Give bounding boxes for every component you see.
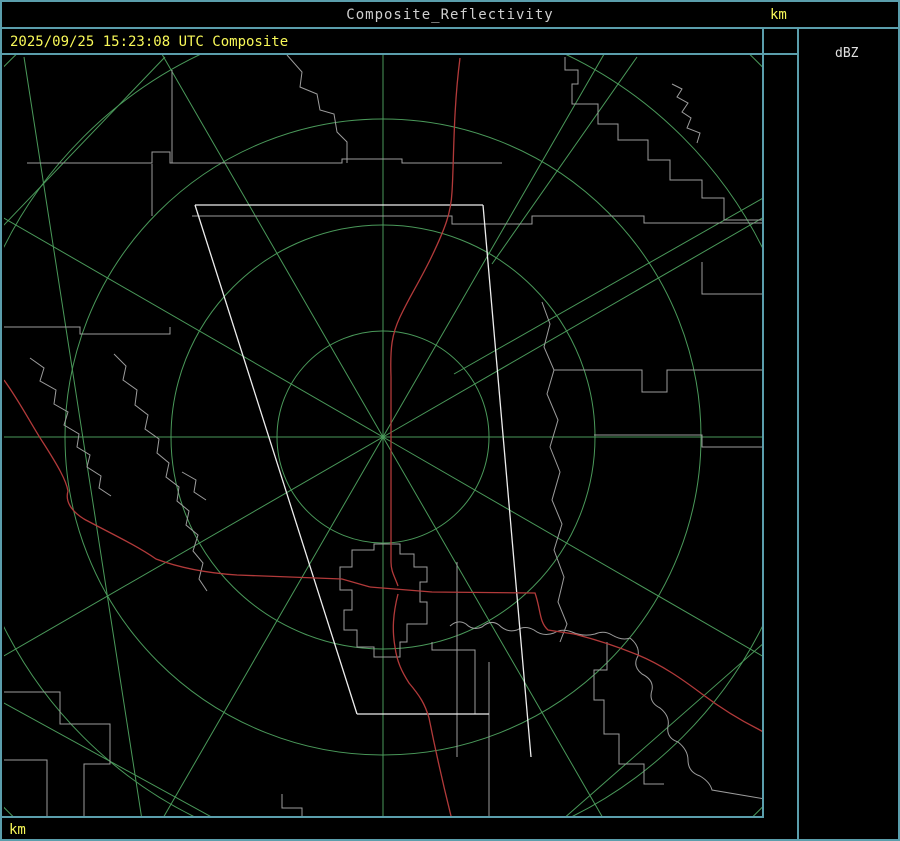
boundary-line bbox=[181, 471, 207, 501]
bottom-axis-unit-label: km bbox=[9, 822, 26, 838]
boundary-line bbox=[281, 794, 303, 820]
boundary-line bbox=[541, 301, 568, 643]
boundary-line bbox=[2, 691, 111, 820]
colorscale-title: dBZ bbox=[835, 46, 859, 61]
right-axis bbox=[764, 55, 797, 816]
azimuth-radial-330 bbox=[131, 2, 384, 438]
boundary-line bbox=[192, 215, 765, 225]
window-title: Composite_Reflectivity bbox=[2, 2, 898, 29]
boundary-line bbox=[2, 759, 48, 820]
graticule-line bbox=[491, 56, 638, 265]
radar-sector-outline bbox=[482, 204, 532, 758]
azimuth-radial-30 bbox=[382, 2, 635, 438]
azimuth-radial-120 bbox=[382, 436, 861, 714]
azimuth-radial-60 bbox=[382, 160, 861, 438]
boundary-line bbox=[431, 642, 476, 714]
header-row: 2025/09/25 15:23:08 UTC Composite bbox=[2, 29, 797, 55]
boundary-line bbox=[2, 326, 171, 335]
highway-line bbox=[392, 593, 453, 821]
legend-panel: dBZ bbox=[799, 29, 898, 839]
boundary-line bbox=[671, 83, 701, 144]
boundary-line bbox=[593, 642, 664, 785]
river-line bbox=[449, 621, 631, 640]
bottom-axis: km bbox=[2, 818, 797, 839]
radar-map-canvas[interactable] bbox=[2, 2, 898, 839]
radar-app-window: Composite_Reflectivity 2025/09/25 15:23:… bbox=[0, 0, 900, 841]
radar-sector-outline bbox=[194, 204, 358, 715]
boundary-line bbox=[27, 151, 502, 164]
timestamp-label: 2025/09/25 15:23:08 UTC Composite bbox=[10, 34, 289, 50]
azimuth-radial-150 bbox=[382, 436, 616, 839]
boundary-line bbox=[701, 262, 765, 295]
boundary-line bbox=[113, 353, 208, 592]
azimuth-radial-210 bbox=[150, 436, 384, 839]
highway-line bbox=[369, 586, 766, 734]
boundary-line bbox=[564, 57, 765, 221]
highway-line bbox=[3, 379, 371, 588]
radar-map[interactable] bbox=[2, 2, 898, 839]
graticule-line bbox=[561, 641, 766, 821]
azimuth-radial-300 bbox=[2, 216, 384, 438]
boundary-line bbox=[286, 54, 348, 163]
right-axis-unit-label: km bbox=[770, 7, 787, 23]
